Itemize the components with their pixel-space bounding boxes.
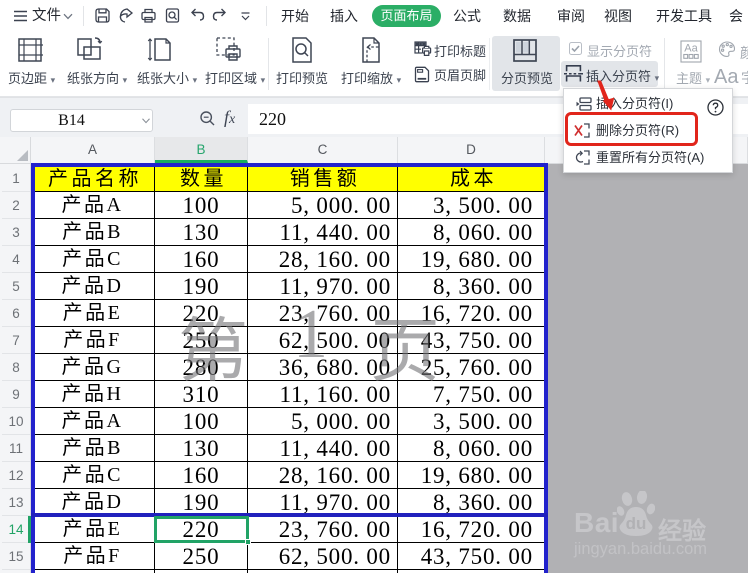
svg-text:du: du <box>626 514 647 533</box>
svg-text:Aa: Aa <box>684 43 698 55</box>
